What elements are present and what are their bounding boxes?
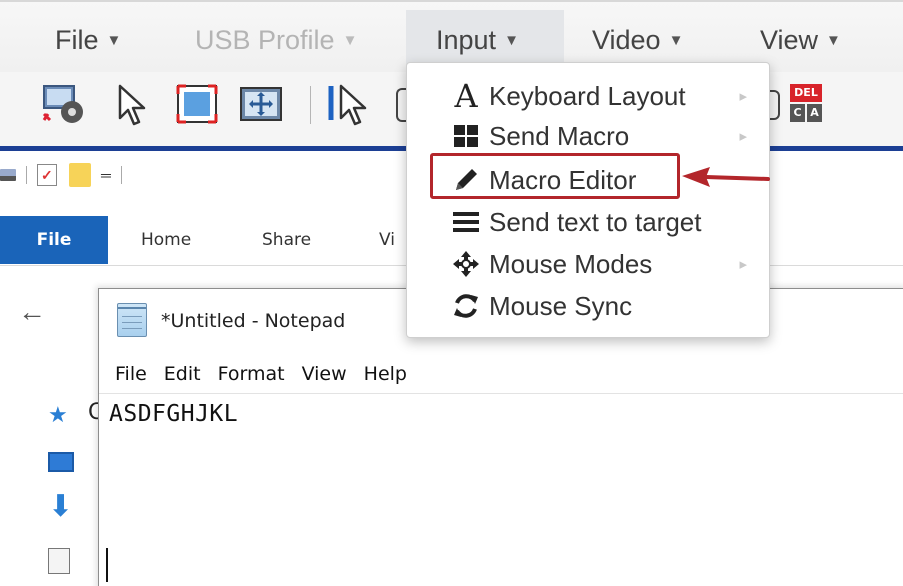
fit-screen-icon[interactable] — [172, 80, 222, 128]
downloads-icon[interactable]: ⬇ — [48, 492, 73, 522]
toolbar-button-partial-right[interactable] — [768, 80, 782, 128]
menu-file-label: File — [55, 24, 99, 55]
qat-dropdown-icon[interactable]: ═ — [101, 167, 111, 183]
text-cursor — [106, 548, 108, 582]
blue-cursor-icon[interactable] — [325, 80, 375, 128]
chevron-down-icon: ▼ — [106, 31, 122, 49]
chevron-down-icon: ▼ — [668, 31, 684, 49]
documents-icon[interactable] — [48, 548, 70, 574]
ribbon-tab-view[interactable]: Vi — [379, 216, 395, 264]
letter-a-icon: A — [454, 77, 478, 115]
menu-usb-profile[interactable]: USB Profile ▼ — [195, 10, 357, 70]
chevron-right-icon: ▸ — [739, 128, 747, 145]
settings-screen-icon[interactable] — [38, 80, 88, 128]
back-arrow-icon[interactable]: ← — [18, 296, 46, 328]
menu-input[interactable]: Input ▼ — [406, 10, 564, 70]
notepad-menu-file[interactable]: File — [115, 363, 147, 385]
notepad-menu-view[interactable]: View — [302, 363, 347, 385]
menu-item-label: Mouse Sync — [489, 290, 633, 321]
menu-item-label: Send text to target — [489, 206, 702, 237]
chevron-right-icon: ▸ — [739, 88, 747, 105]
menu-item-keyboard-layout[interactable]: A Keyboard Layout ▸ — [407, 75, 769, 117]
menu-item-label: Mouse Modes — [489, 248, 653, 279]
menu-view[interactable]: View ▼ — [760, 10, 841, 70]
menu-item-mouse-modes[interactable]: Mouse Modes ▸ — [407, 243, 769, 285]
chevron-right-icon: ▸ — [739, 256, 747, 273]
chevron-down-icon: ▼ — [826, 31, 841, 49]
del-badge: DEL — [790, 84, 822, 102]
ribbon-tab-home[interactable]: Home — [141, 216, 191, 264]
notepad-title: *Untitled - Notepad — [161, 310, 346, 332]
lines-icon — [449, 205, 483, 239]
chevron-down-icon: ▼ — [504, 31, 519, 49]
drive-icon[interactable] — [0, 169, 16, 181]
star-icon[interactable]: ★ — [48, 402, 68, 428]
menu-item-send-text[interactable]: Send text to target — [407, 201, 769, 243]
cursor-arrow-icon[interactable] — [110, 80, 152, 128]
notepad-menu-edit[interactable]: Edit — [164, 363, 201, 385]
notepad-menu-format[interactable]: Format — [218, 363, 285, 385]
ctrl-key: C — [790, 104, 805, 122]
input-dropdown-menu: A Keyboard Layout ▸ Send Macro ▸ Macro E… — [406, 62, 770, 338]
menu-item-mouse-sync[interactable]: Mouse Sync — [407, 285, 769, 327]
ctrl-alt-del-icon[interactable]: DEL C A — [786, 80, 836, 128]
full-screen-icon[interactable] — [236, 80, 286, 128]
menu-file[interactable]: File ▼ — [55, 10, 121, 70]
menu-video[interactable]: Video ▼ — [592, 10, 683, 70]
notepad-menubar: File Edit Format View Help — [99, 355, 903, 393]
menu-video-label: Video — [592, 24, 661, 55]
grid-icon — [449, 119, 483, 153]
toolbar-separator — [310, 86, 311, 124]
menu-item-label: Keyboard Layout — [489, 80, 686, 111]
notepad-app-icon — [117, 303, 147, 337]
properties-icon[interactable]: ✓ — [37, 164, 57, 186]
annotation-highlight-box — [430, 153, 680, 199]
chevron-down-icon: ▼ — [342, 31, 358, 49]
menu-item-send-macro[interactable]: Send Macro ▸ — [407, 115, 769, 157]
notepad-menu-help[interactable]: Help — [364, 363, 407, 385]
menu-view-label: View — [760, 24, 819, 55]
ribbon-tab-share[interactable]: Share — [262, 216, 311, 264]
menu-item-label: Send Macro — [489, 120, 630, 151]
ribbon-tab-file[interactable]: File — [0, 216, 108, 264]
alt-key: A — [807, 104, 822, 122]
desktop-icon[interactable] — [48, 452, 74, 472]
move-icon — [449, 247, 483, 281]
annotation-arrow-icon — [680, 164, 772, 190]
new-folder-icon[interactable] — [69, 163, 91, 187]
notepad-menu-divider — [99, 393, 903, 394]
menu-usb-profile-label: USB Profile — [195, 24, 335, 55]
menu-input-label: Input — [436, 24, 497, 55]
notepad-text-area[interactable]: ASDFGHJKL — [109, 401, 238, 427]
sync-icon — [449, 289, 483, 323]
quick-access-toolbar: ✓ ═ — [0, 160, 132, 190]
